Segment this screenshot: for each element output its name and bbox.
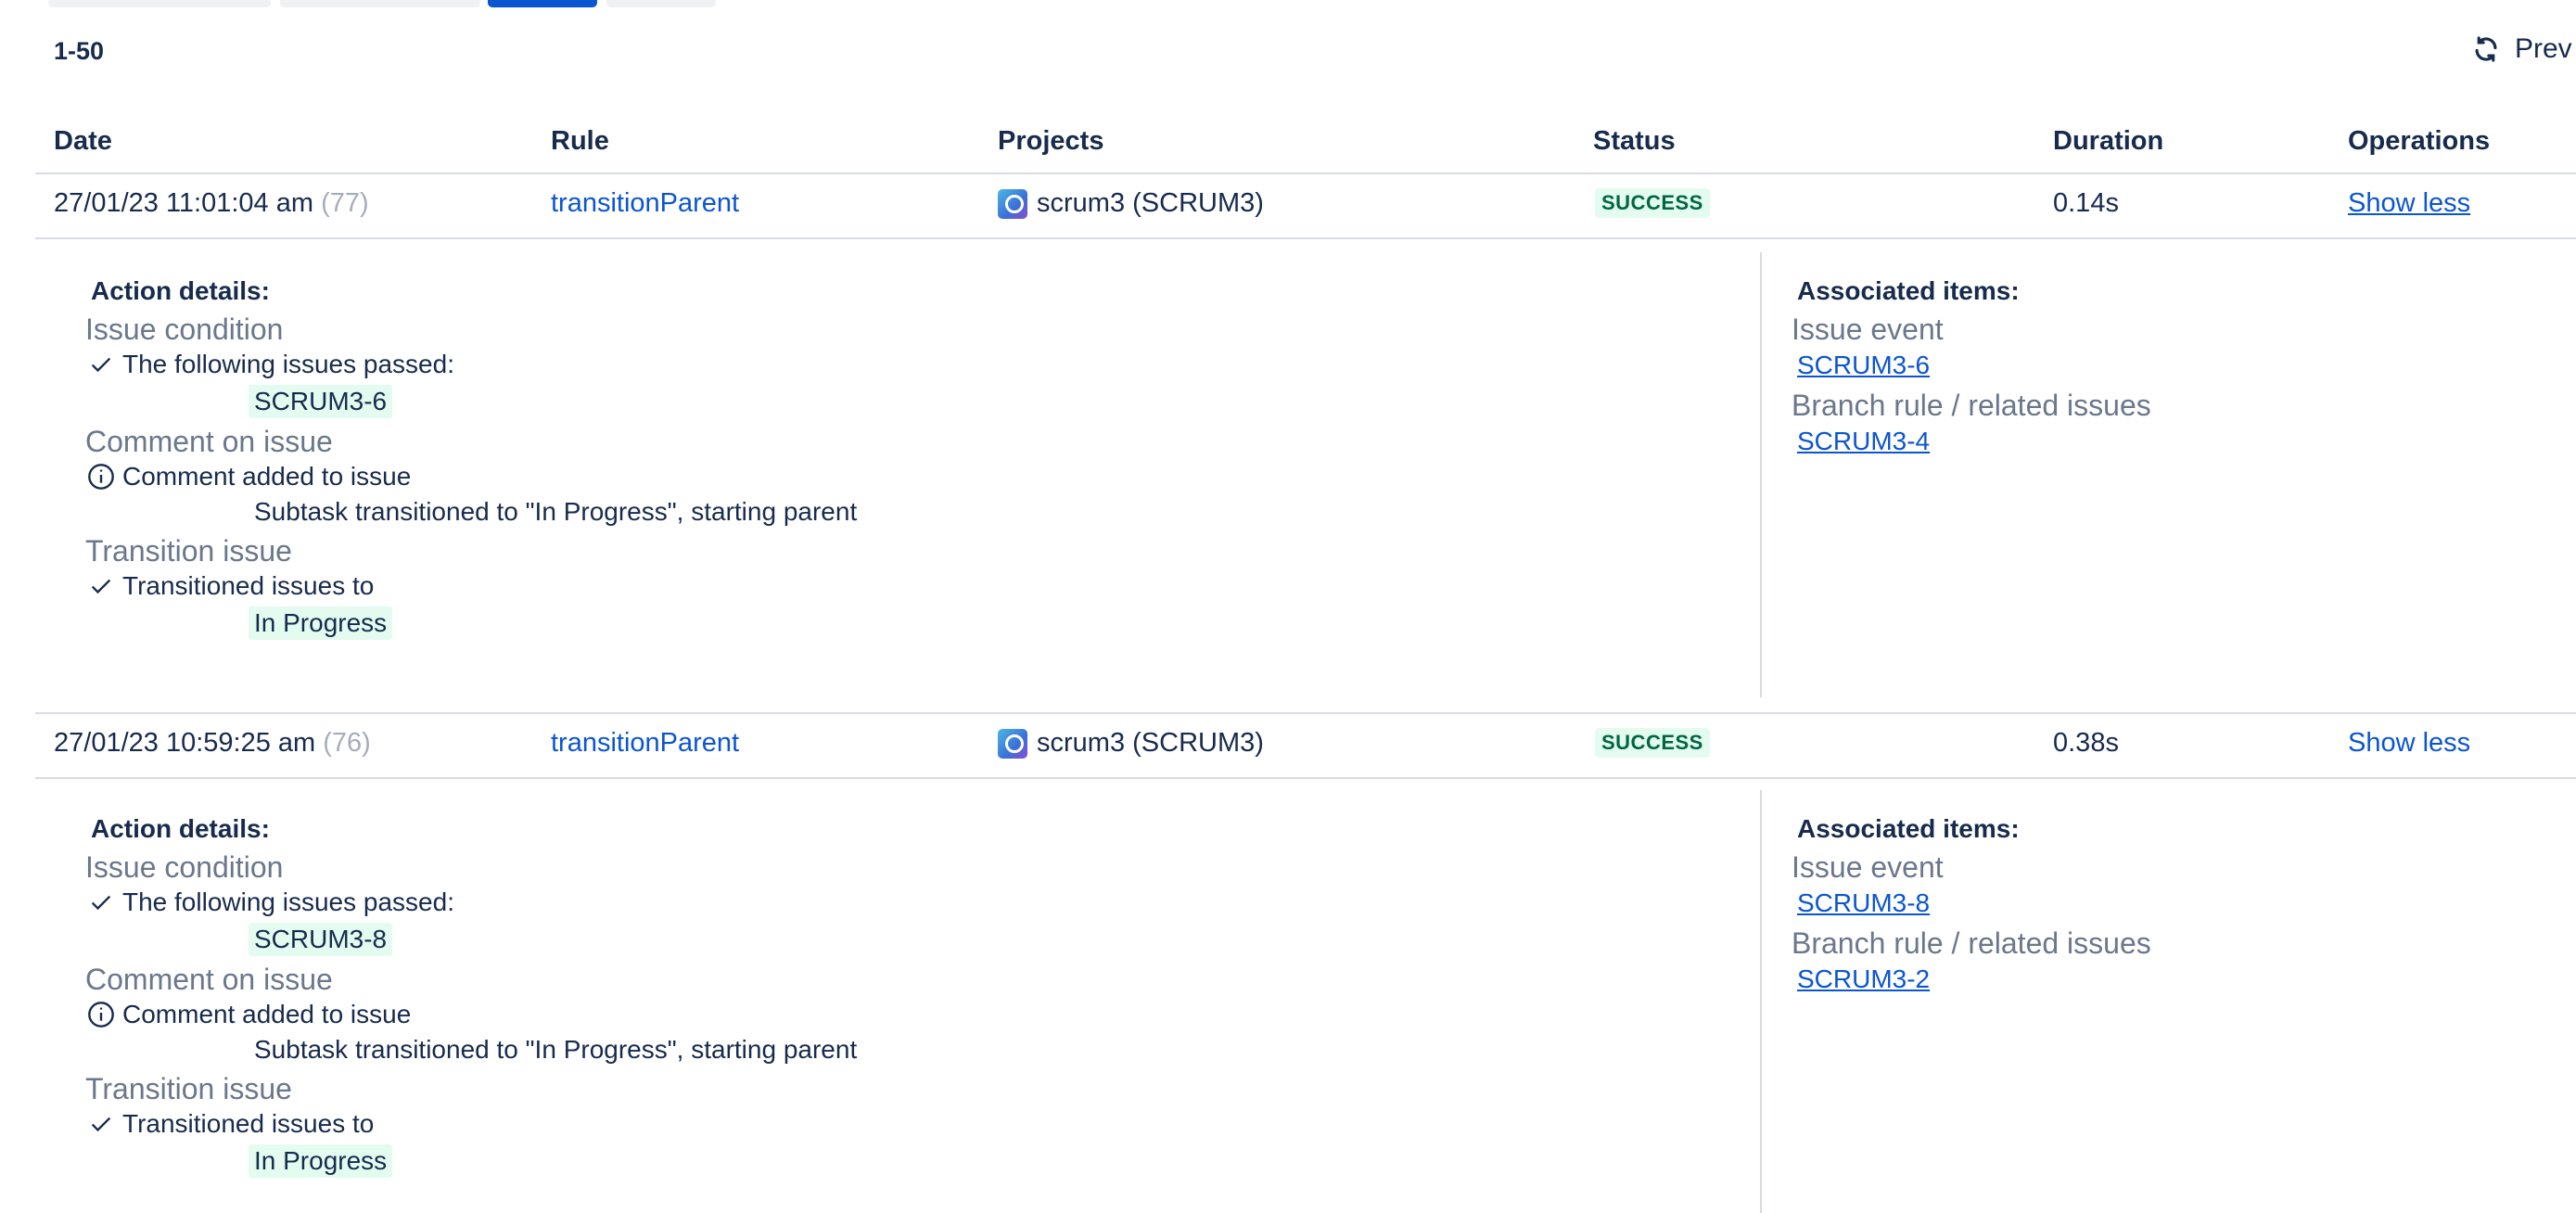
associated-items-heading: Associated items: (1797, 814, 2020, 843)
column-header-operations[interactable]: Operations (2348, 126, 2490, 157)
project-avatar-icon (998, 728, 1027, 759)
comment-title: Comment on issue (85, 963, 333, 996)
check-icon (85, 570, 117, 602)
row-details: Action details: Issue condition The foll… (35, 239, 2576, 710)
transition-title: Transition issue (85, 534, 292, 568)
branch-issue-link[interactable]: SCRUM3-4 (1792, 423, 2151, 460)
row-date: 27/01/23 10:59:25 am (54, 728, 316, 758)
condition-line: The following issues passed: (85, 347, 857, 382)
associated-items: Associated items: Issue event SCRUM3-8 B… (1792, 814, 2151, 998)
view-tab-1[interactable] (48, 0, 271, 7)
column-header-status[interactable]: Status (1593, 126, 1676, 157)
column-header-rule[interactable]: Rule (551, 126, 609, 157)
prev-button[interactable]: Prev (2470, 33, 2572, 65)
column-header-projects[interactable]: Projects (998, 126, 1103, 157)
details-divider (1760, 252, 1762, 697)
view-tab-4[interactable] (606, 0, 716, 7)
associated-items-heading: Associated items: (1797, 276, 2020, 305)
comment-title: Comment on issue (85, 425, 333, 458)
branch-rule-title: Branch rule / related issues (1792, 926, 2151, 960)
project-avatar-icon (998, 188, 1027, 219)
result-range: 1-50 (54, 37, 105, 65)
audit-log-header: Date Rule Projects Status Duration Opera… (35, 121, 2576, 174)
action-details-heading: Action details: (91, 814, 270, 843)
column-header-date[interactable]: Date (54, 126, 112, 157)
info-icon (85, 999, 117, 1030)
transition-line: Transitioned issues to (85, 568, 857, 604)
issue-key-chip: SCRUM3-8 (249, 923, 393, 956)
project-name[interactable]: scrum3 (SCRUM3) (1037, 188, 1264, 219)
row-details: Action details: Issue condition The foll… (35, 777, 2576, 1213)
run-number: (76) (323, 728, 371, 758)
action-details: Action details: Issue condition The foll… (85, 814, 857, 1180)
check-icon (85, 1108, 117, 1140)
view-tab-2[interactable] (280, 0, 480, 7)
details-divider (1760, 790, 1762, 1213)
run-number: (77) (321, 188, 369, 218)
comment-line: Comment added to issue (85, 997, 857, 1032)
issue-event-link[interactable]: SCRUM3-8 (1792, 885, 2151, 922)
issue-condition-title: Issue condition (85, 313, 284, 346)
rule-link[interactable]: transitionParent (551, 188, 739, 218)
issue-event-title: Issue event (1792, 313, 1944, 346)
column-header-duration[interactable]: Duration (2053, 126, 2163, 157)
issue-event-link[interactable]: SCRUM3-6 (1792, 347, 2151, 384)
issue-condition-title: Issue condition (85, 850, 284, 884)
comment-text: Comment added to issue (122, 1000, 412, 1028)
refresh-icon (2475, 36, 2497, 62)
check-icon (85, 887, 117, 918)
transition-text: Transitioned issues to (122, 571, 375, 600)
status-chip: In Progress (249, 606, 393, 640)
comment-body: Subtask transitioned to "In Progress", s… (254, 1035, 858, 1064)
row-date: 27/01/23 11:01:04 am (54, 188, 314, 218)
branch-rule-title: Branch rule / related issues (1792, 389, 2151, 422)
date-cell: 27/01/23 11:01:04 am (77) (54, 188, 369, 219)
check-icon (85, 349, 117, 380)
transition-line: Transitioned issues to (85, 1106, 857, 1142)
associated-items: Associated items: Issue event SCRUM3-6 B… (1792, 276, 2151, 460)
date-cell: 27/01/23 10:59:25 am (76) (54, 728, 371, 759)
issue-event-title: Issue event (1792, 850, 1944, 884)
issue-key-chip: SCRUM3-6 (249, 385, 393, 418)
status-chip: In Progress (249, 1144, 393, 1178)
project-cell: scrum3 (SCRUM3) (998, 188, 1264, 219)
status-badge: SUCCESS (1595, 728, 1710, 758)
duration: 0.14s (2053, 188, 2119, 218)
condition-line: The following issues passed: (85, 885, 857, 920)
rule-link[interactable]: transitionParent (551, 728, 739, 758)
table-row[interactable]: 27/01/23 10:59:25 am (76) transitionPare… (35, 712, 2576, 779)
transition-title: Transition issue (85, 1072, 292, 1105)
branch-issue-link[interactable]: SCRUM3-2 (1792, 961, 2151, 998)
duration: 0.38s (2053, 728, 2119, 758)
action-details: Action details: Issue condition The foll… (85, 276, 857, 642)
info-icon (85, 461, 117, 492)
action-details-heading: Action details: (91, 276, 270, 305)
table-row[interactable]: 27/01/23 11:01:04 am (77) transitionPare… (35, 174, 2576, 239)
condition-text: The following issues passed: (122, 350, 454, 378)
comment-text: Comment added to issue (122, 462, 412, 491)
prev-label: Prev (2515, 33, 2572, 64)
status-badge: SUCCESS (1595, 188, 1710, 218)
project-cell: scrum3 (SCRUM3) (998, 728, 1264, 759)
condition-text: The following issues passed: (122, 887, 454, 916)
show-less-link[interactable]: Show less (2348, 728, 2470, 758)
show-less-link[interactable]: Show less (2348, 188, 2470, 218)
view-tab-active[interactable] (488, 0, 597, 7)
project-name[interactable]: scrum3 (SCRUM3) (1037, 728, 1264, 759)
comment-line: Comment added to issue (85, 459, 857, 494)
comment-body: Subtask transitioned to "In Progress", s… (254, 497, 858, 526)
transition-text: Transitioned issues to (122, 1109, 375, 1138)
